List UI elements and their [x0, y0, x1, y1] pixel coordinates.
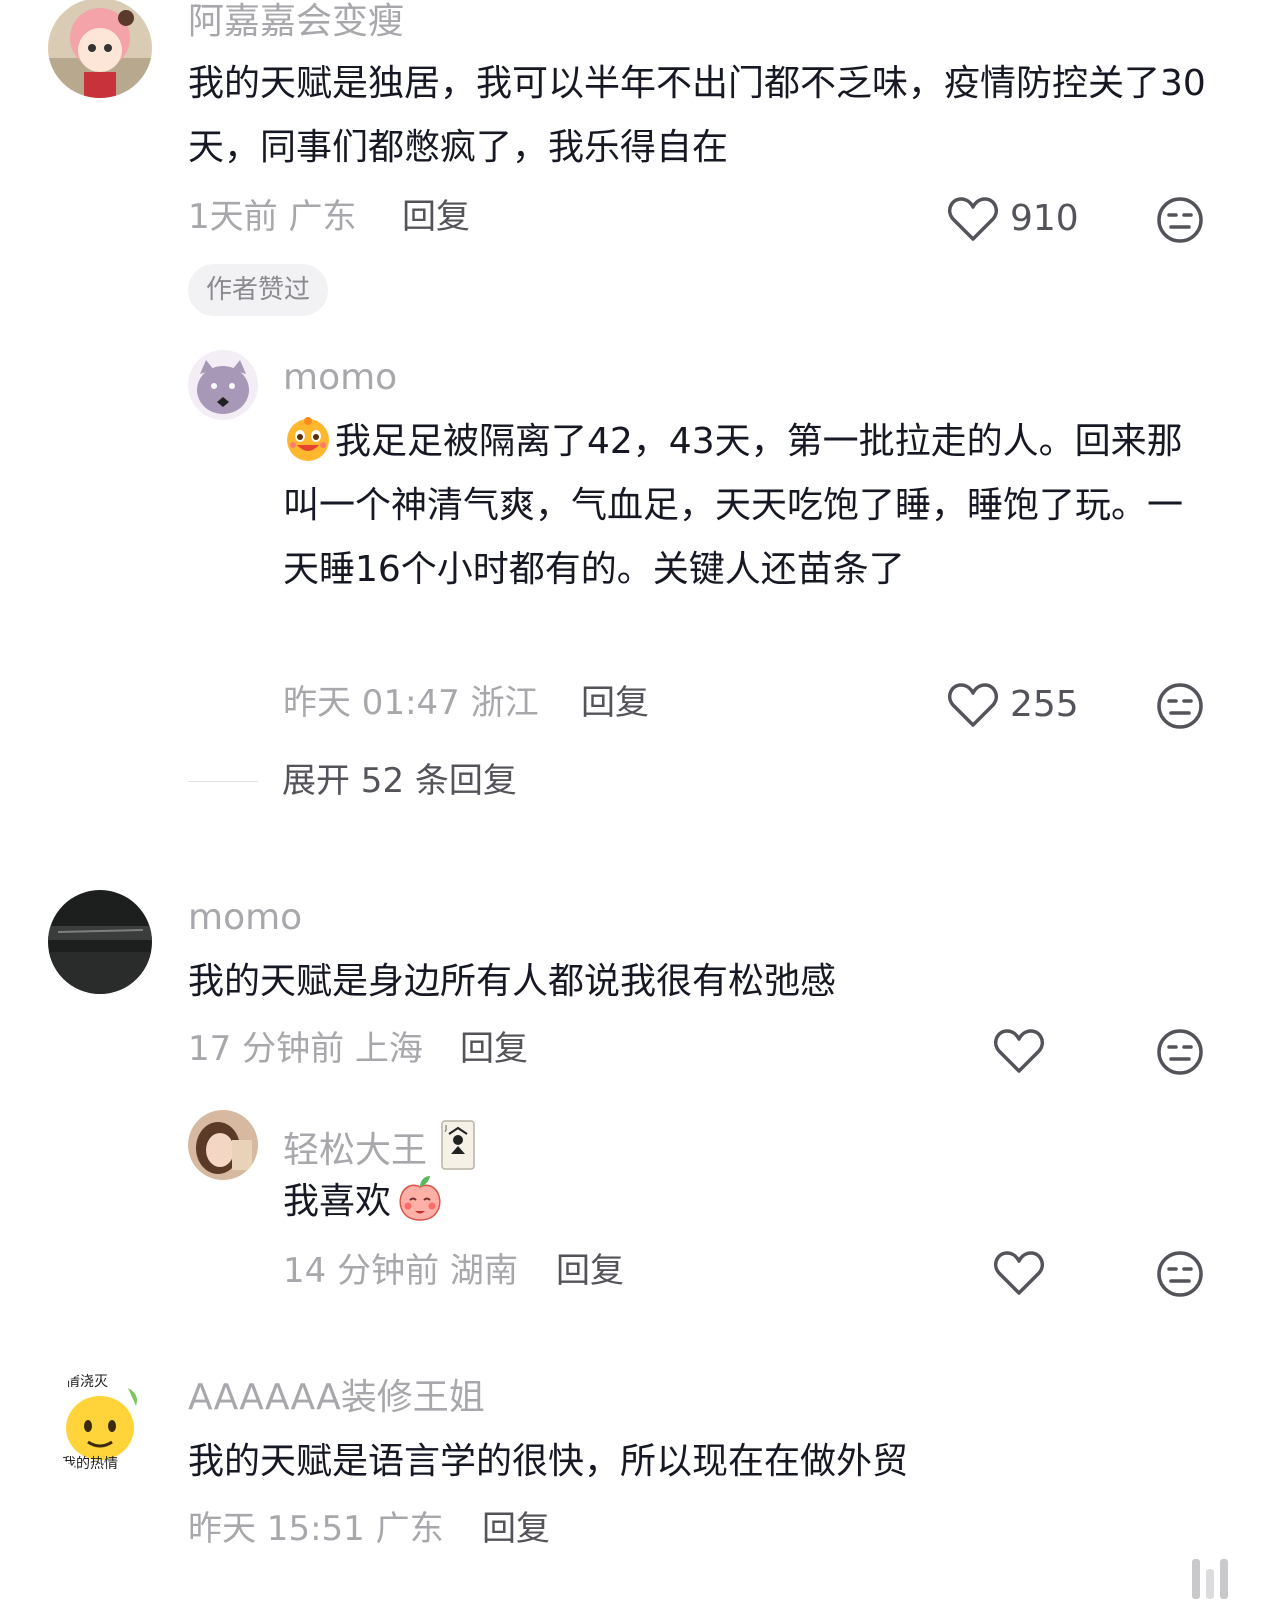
like-button[interactable] — [994, 1250, 1044, 1296]
joker-card-icon: J — [441, 1120, 475, 1170]
avatar[interactable] — [188, 350, 258, 420]
divider — [188, 780, 258, 782]
avatar-text-top: 情浇灭 — [66, 1374, 108, 1390]
comment-username[interactable]: 阿嘉嘉会变瘦 — [188, 4, 404, 40]
reply-text-content: 我喜欢 — [283, 1181, 392, 1222]
avatar[interactable] — [48, 890, 152, 994]
comment-meta: 1天前 广东 — [188, 200, 356, 234]
reply-time: 14 分钟前 — [283, 1251, 440, 1291]
comment-location: 广东 — [288, 197, 357, 237]
comment-location: 上海 — [354, 1029, 423, 1069]
expand-replies-label: 展开 52 条回复 — [282, 761, 517, 801]
watermark-bars — [1192, 1555, 1228, 1599]
reply-button[interactable]: 回复 — [402, 200, 470, 234]
dislike-button[interactable] — [1156, 1028, 1204, 1076]
comment-text: 我的天赋是身边所有人都说我很有松弛感 — [188, 961, 837, 1002]
reply-location: 湖南 — [449, 1251, 518, 1291]
comment-meta: 17 分钟前 上海 — [188, 1032, 423, 1066]
comment-time: 17 分钟前 — [188, 1029, 345, 1069]
blushing-peach-emoji — [395, 1173, 445, 1223]
like-button[interactable]: 255 — [948, 682, 1079, 728]
comment-time: 1天前 — [188, 197, 278, 237]
like-count: 910 — [1010, 198, 1079, 239]
dislike-button[interactable] — [1156, 196, 1204, 244]
comment-text: 我的天赋是独居，我可以半年不出门都不乏味，疫情防控关了30天，同事们都憋疯了，我… — [188, 63, 1206, 168]
reply-button[interactable]: 回复 — [556, 1254, 624, 1288]
like-count: 255 — [1010, 684, 1079, 725]
reply-username: 轻松大王 J — [283, 1120, 475, 1170]
reply-button[interactable]: 回复 — [581, 686, 649, 720]
expand-replies-button[interactable]: 展开 52 条回复 — [188, 764, 517, 798]
avatar[interactable]: 情浇灭 我的热情 — [48, 1370, 152, 1474]
avatar-text-bottom: 我的热情 — [62, 1456, 118, 1472]
meh-face-icon — [1157, 1251, 1203, 1297]
reply-button[interactable]: 回复 — [482, 1512, 550, 1546]
dislike-button[interactable] — [1156, 1250, 1204, 1298]
reply-username[interactable]: momo — [283, 360, 397, 396]
author-liked-badge: 作者赞过 — [188, 264, 329, 316]
reply-text-content: 我足足被隔离了42，43天，第一批拉走的人。回来那叫一个神清气爽，气血足，天天吃… — [283, 421, 1184, 590]
reply-username-text[interactable]: 轻松大王 — [283, 1130, 427, 1171]
avatar[interactable] — [48, 0, 152, 98]
comment-username[interactable]: AAAAAA装修王姐 — [188, 1380, 485, 1416]
like-button[interactable]: 910 — [948, 196, 1079, 242]
comment-location: 广东 — [375, 1509, 444, 1549]
reply-time: 昨天 01:47 — [283, 683, 460, 723]
heart-outline-icon — [948, 683, 998, 727]
comment-username[interactable]: momo — [188, 900, 302, 936]
heart-outline-icon — [948, 197, 998, 241]
reply-button[interactable]: 回复 — [460, 1032, 528, 1066]
svg-text:J: J — [444, 1124, 447, 1132]
meh-face-icon — [1157, 683, 1203, 729]
avatar[interactable] — [188, 1110, 258, 1180]
comment-text: 我的天赋是语言学的很快，所以现在在做外贸 — [188, 1441, 909, 1482]
dislike-button[interactable] — [1156, 682, 1204, 730]
like-button[interactable] — [994, 1028, 1044, 1074]
comment-meta: 昨天 15:51 广东 — [188, 1512, 444, 1546]
meh-face-icon — [1157, 1029, 1203, 1075]
reply-text: 我喜欢 — [283, 1170, 1213, 1234]
heart-outline-icon — [994, 1029, 1044, 1073]
grinning-face-emoji — [283, 413, 333, 463]
meh-face-icon — [1157, 197, 1203, 243]
comment-time: 昨天 15:51 — [188, 1509, 365, 1549]
reply-meta: 14 分钟前 湖南 — [283, 1254, 518, 1288]
reply-meta: 昨天 01:47 浙江 — [283, 686, 539, 720]
reply-location: 浙江 — [470, 683, 539, 723]
heart-outline-icon — [994, 1251, 1044, 1295]
reply-text: 我足足被隔离了42，43天，第一批拉走的人。回来那叫一个神清气爽，气血足，天天吃… — [283, 410, 1213, 602]
